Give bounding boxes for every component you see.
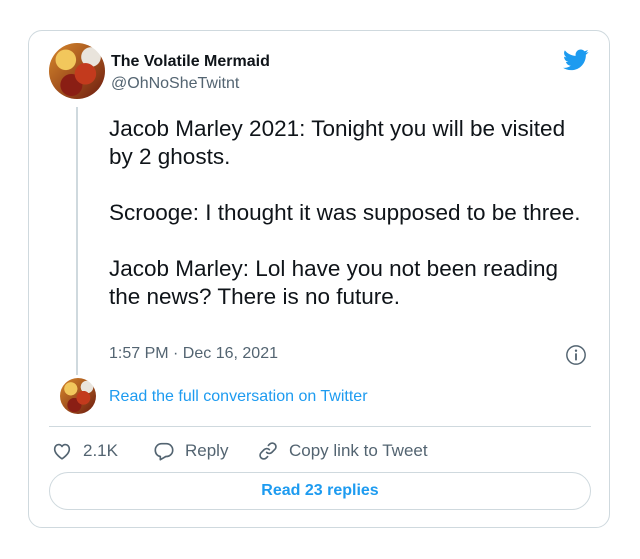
read-replies-button[interactable]: Read 23 replies [49,472,591,510]
read-replies-label: Read 23 replies [261,482,379,499]
thread-line [76,107,78,375]
twitter-bird-icon[interactable] [561,47,591,73]
tweet-text: Jacob Marley 2021: Tonight you will be v… [109,116,581,309]
author-display-name[interactable]: The Volatile Mermaid [111,53,270,71]
embedded-tweet-card: The Volatile Mermaid @OhNoSheTwitnt Jaco… [28,30,610,528]
divider [49,426,591,427]
like-count: 2.1K [83,441,118,460]
tweet-timestamp[interactable]: 1:57 PM · Dec 16, 2021 [109,345,278,363]
reply-bubble-icon [154,442,174,461]
author-handle[interactable]: @OhNoSheTwitnt [111,75,239,93]
copy-link-label: Copy link to Tweet [289,441,428,460]
conversation-avatar[interactable] [60,378,96,414]
copy-link-button[interactable]: Copy link to Tweet [257,440,428,462]
reply-button[interactable]: Reply [153,440,228,462]
like-button[interactable]: 2.1K [51,440,118,462]
link-icon [259,442,277,460]
heart-icon [53,443,71,460]
info-icon[interactable] [565,344,587,366]
read-conversation-link[interactable]: Read the full conversation on Twitter [109,388,368,406]
author-avatar[interactable] [49,43,105,99]
reply-label: Reply [185,441,229,460]
